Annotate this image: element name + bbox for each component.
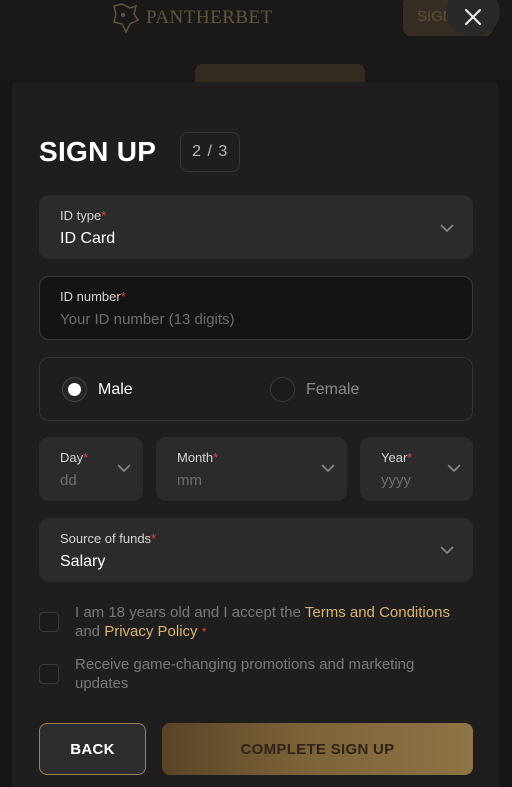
step-indicator: 2 / 3 xyxy=(180,132,241,172)
privacy-policy-link[interactable]: Privacy Policy xyxy=(104,623,197,640)
terms-link[interactable]: Terms and Conditions xyxy=(305,604,450,621)
month-label: Month* xyxy=(177,450,219,465)
panther-logo-icon xyxy=(108,2,142,34)
day-placeholder: dd xyxy=(60,472,77,489)
chevron-down-icon xyxy=(321,464,335,472)
complete-signup-button[interactable]: COMPLETE SIGN UP xyxy=(162,723,473,775)
title-row: SIGN UP 2 / 3 xyxy=(39,132,241,172)
terms-text-middle: and xyxy=(75,623,105,640)
year-label: Year* xyxy=(381,450,413,465)
terms-consent-row: I am 18 years old and I accept the Terms… xyxy=(39,603,465,642)
radio-button-female[interactable] xyxy=(270,377,295,402)
required-mark: * xyxy=(201,625,207,639)
source-of-funds-value: Salary xyxy=(60,553,106,570)
birth-day-select[interactable]: Day* dd xyxy=(39,437,143,501)
close-icon xyxy=(464,8,482,26)
background-header: PANTHERBET SIGN xyxy=(0,0,512,94)
page-title: SIGN UP xyxy=(39,136,157,167)
promotions-checkbox[interactable] xyxy=(39,664,59,684)
year-placeholder: yyyy xyxy=(381,472,411,489)
source-of-funds-select[interactable]: Source of funds* Salary xyxy=(39,518,473,582)
id-type-select[interactable]: ID type* ID Card xyxy=(39,195,473,259)
id-number-input[interactable] xyxy=(60,307,440,331)
birth-year-select[interactable]: Year* yyyy xyxy=(360,437,473,501)
id-type-value: ID Card xyxy=(60,230,116,247)
day-label: Day* xyxy=(60,450,89,465)
chevron-down-icon xyxy=(440,224,454,232)
brand-logo: PANTHERBET xyxy=(108,2,273,34)
month-placeholder: mm xyxy=(177,472,202,489)
terms-text-before: I am 18 years old and I accept the xyxy=(75,604,305,621)
chevron-down-icon xyxy=(440,546,454,554)
source-of-funds-label: Source of funds* xyxy=(60,531,157,546)
promotions-consent-row: Receive game-changing promotions and mar… xyxy=(39,655,465,693)
gender-label-male: Male xyxy=(98,380,133,398)
logo-text: PANTHERBET xyxy=(146,7,273,28)
radio-button-male[interactable] xyxy=(62,377,87,402)
chevron-down-icon xyxy=(117,464,131,472)
terms-checkbox[interactable] xyxy=(39,612,59,632)
birth-month-select[interactable]: Month* mm xyxy=(156,437,347,501)
id-number-label: ID number* xyxy=(60,289,126,304)
id-number-field: ID number* xyxy=(39,276,473,340)
back-button[interactable]: BACK xyxy=(39,723,146,775)
gender-option-male[interactable]: Male xyxy=(62,377,133,402)
promotions-text: Receive game-changing promotions and mar… xyxy=(75,656,415,692)
gender-option-female[interactable]: Female xyxy=(270,377,359,402)
gender-radio-group: Male Female xyxy=(39,357,473,421)
id-type-label: ID type* xyxy=(60,208,107,223)
signup-modal: SIGN UP 2 / 3 ID type* ID Card ID number… xyxy=(12,82,498,787)
gender-label-female: Female xyxy=(306,380,360,398)
terms-text: I am 18 years old and I accept the Terms… xyxy=(75,603,465,642)
chevron-down-icon xyxy=(447,464,461,472)
